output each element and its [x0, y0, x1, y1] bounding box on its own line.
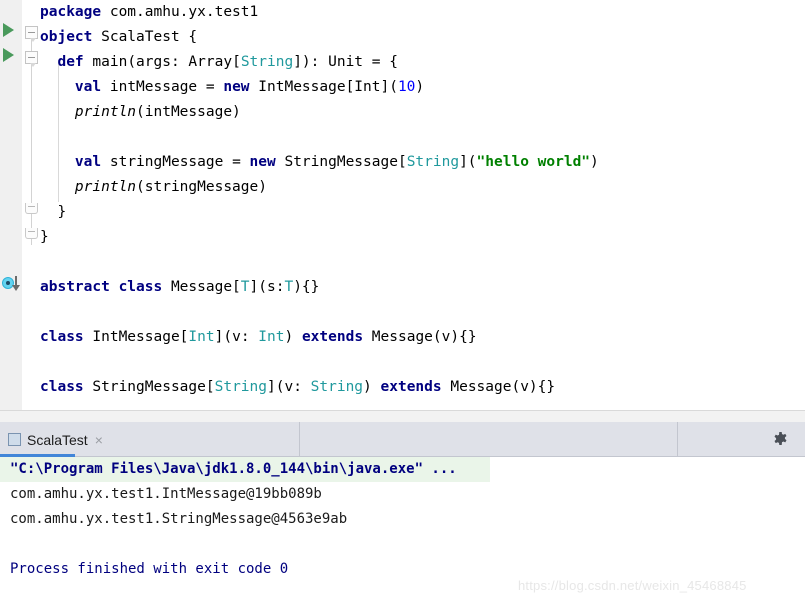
code-line[interactable]: println(stringMessage): [40, 175, 267, 200]
code-line[interactable]: }: [40, 225, 49, 250]
code-token: 10: [397, 79, 416, 95]
code-token: Message[: [162, 279, 241, 295]
code-token: extends: [301, 329, 364, 345]
code-token: println: [74, 104, 137, 120]
code-token: String: [406, 154, 460, 170]
code-line[interactable]: val intMessage = new IntMessage[Int](10): [40, 75, 424, 100]
console-tab-label: ScalaTest: [27, 431, 88, 448]
console-tab-scalatest[interactable]: ScalaTest ×: [0, 422, 300, 457]
run-config-icon: [8, 433, 21, 446]
console-line: "C:\Program Files\Java\jdk1.8.0_144\bin\…: [0, 457, 490, 482]
code-token: println: [74, 179, 137, 195]
code-token: (intMessage): [136, 104, 241, 120]
code-token: (stringMessage): [136, 179, 267, 195]
code-token: ): [415, 79, 425, 95]
code-line[interactable]: println(intMessage): [40, 100, 241, 125]
code-token: abstract class: [40, 279, 163, 295]
code-token: object: [40, 29, 93, 45]
code-token: def: [57, 54, 84, 70]
code-token: "hello world": [476, 154, 591, 170]
code-token: ): [363, 379, 381, 395]
code-line[interactable]: object ScalaTest {: [40, 25, 197, 50]
code-token: Message(v){}: [363, 329, 477, 345]
code-token: ){}: [293, 279, 320, 295]
code-line[interactable]: }: [40, 200, 66, 225]
code-line[interactable]: abstract class Message[T](s:T){}: [40, 275, 319, 300]
code-token: Message(v){}: [441, 379, 556, 395]
close-icon[interactable]: ×: [95, 433, 103, 447]
code-token: class: [40, 379, 84, 395]
watermark-text: https://blog.csdn.net/weixin_45468845: [518, 578, 747, 593]
code-token: com.amhu.yx.test1: [101, 4, 259, 20]
code-token: }: [40, 229, 49, 245]
code-token: main(args: Array[: [83, 54, 241, 70]
code-token: new: [249, 154, 276, 170]
code-token: extends: [380, 379, 442, 395]
code-token: ]): Unit = {: [293, 54, 398, 70]
code-line[interactable]: package com.amhu.yx.test1: [40, 0, 258, 25]
code-line[interactable]: class IntMessage[Int](v: Int) extends Me…: [40, 325, 477, 350]
code-token: stringMessage =: [101, 154, 250, 170]
code-lines[interactable]: package com.amhu.yx.test1 object ScalaTes…: [0, 0, 805, 410]
code-token: }: [40, 204, 67, 220]
code-token: IntMessage[: [83, 329, 189, 345]
gear-icon[interactable]: [772, 431, 789, 448]
console-line: com.amhu.yx.test1.StringMessage@4563e9ab: [10, 511, 348, 527]
code-token: ): [590, 154, 599, 170]
code-token: new: [223, 79, 250, 95]
code-token: val: [74, 79, 102, 95]
console-tab-bar-filler: [300, 422, 678, 457]
code-token: Int: [258, 329, 285, 345]
code-token: StringMessage[: [83, 379, 215, 395]
code-line[interactable]: def main(args: Array[String]): Unit = {: [40, 50, 398, 75]
code-token: val: [74, 154, 102, 170]
code-token: ](: [459, 154, 477, 170]
code-token: StringMessage[: [275, 154, 407, 170]
code-editor[interactable]: package com.amhu.yx.test1 object ScalaTes…: [0, 0, 805, 410]
code-token: String: [240, 54, 294, 70]
code-token: String: [310, 379, 364, 395]
code-token: ](v:: [267, 379, 311, 395]
code-token: package: [40, 4, 102, 20]
code-line[interactable]: val stringMessage = new StringMessage[St…: [40, 150, 599, 175]
console-line: com.amhu.yx.test1.IntMessage@19bb089b: [10, 486, 322, 502]
code-token: ](s:: [249, 279, 285, 295]
code-line[interactable]: class StringMessage[String](v: String) e…: [40, 375, 555, 400]
code-token: ScalaTest {: [92, 29, 198, 45]
code-token: ): [284, 329, 302, 345]
code-token: IntMessage[Int](: [249, 79, 398, 95]
code-token: class: [40, 329, 84, 345]
code-token: ](v:: [214, 329, 259, 345]
code-token: Int: [188, 329, 215, 345]
code-token: intMessage =: [101, 79, 224, 95]
code-token: String: [214, 379, 267, 395]
console-tab-tools[interactable]: [678, 422, 805, 457]
code-token: T: [240, 279, 250, 295]
code-token: T: [284, 279, 294, 295]
console-tab-bar[interactable]: ScalaTest ×: [0, 422, 805, 457]
console-line: Process finished with exit code 0: [10, 561, 289, 577]
